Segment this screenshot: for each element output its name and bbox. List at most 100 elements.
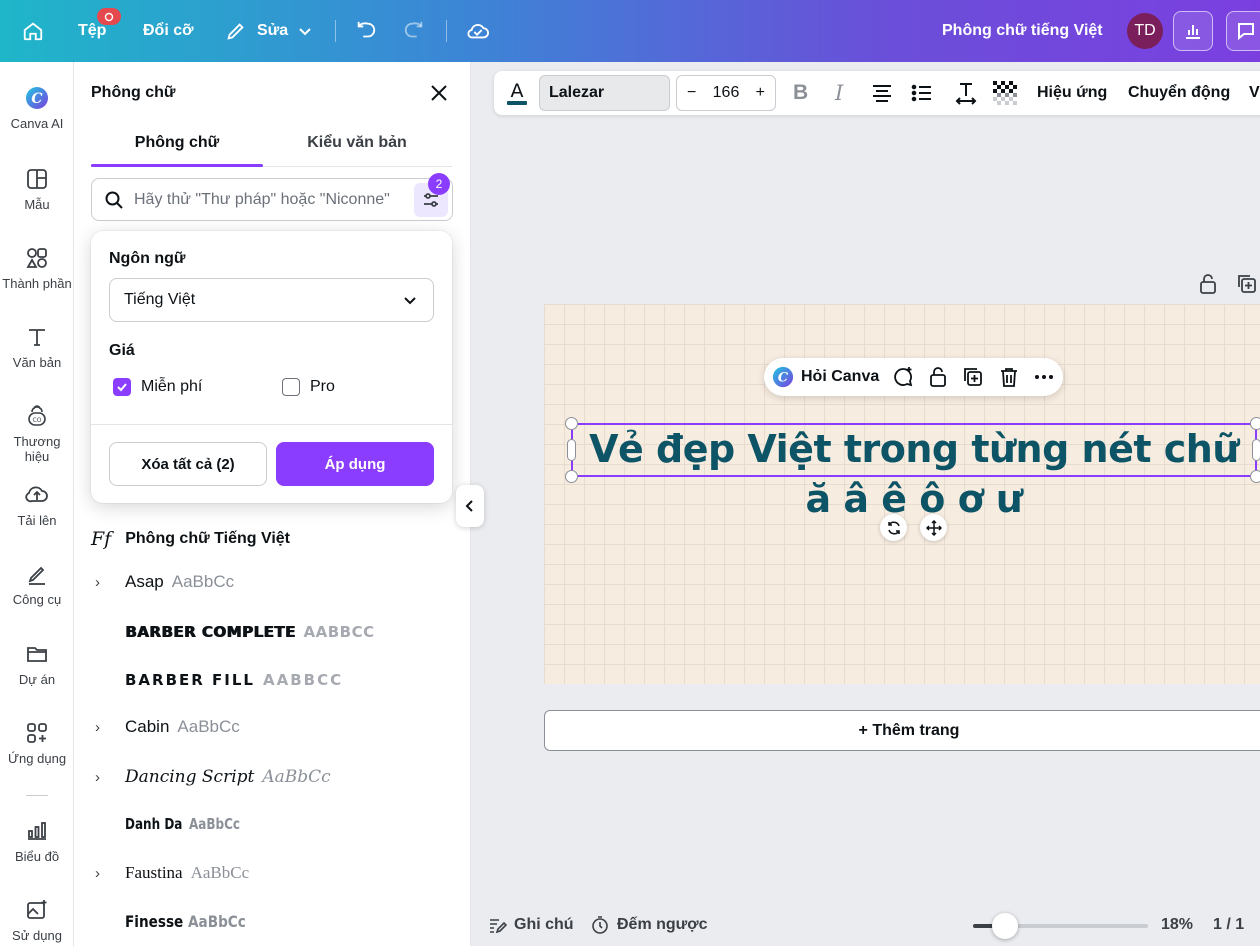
headline-text[interactable]: Vẻ đẹp Việt trong từng nét chữ ă â ê ô ơ… — [571, 424, 1257, 524]
rail-label-text: Văn bản — [12, 355, 62, 370]
font-list-item[interactable]: › Cabin AaBbCc — [91, 711, 451, 743]
clear-all-button[interactable]: Xóa tất cả (2) — [109, 442, 267, 486]
text-color-button[interactable]: A — [505, 71, 529, 115]
animate-button[interactable]: Chuyển động — [1128, 71, 1230, 115]
duplicate-icon[interactable] — [962, 366, 984, 388]
rail-item-magic-media[interactable]: Sử dụng M... — [0, 898, 73, 946]
design-title[interactable]: Phông chữ tiếng Việt — [942, 0, 1103, 62]
chevron-right-icon[interactable]: › — [91, 769, 125, 786]
font-name: BARBER FILL — [125, 671, 255, 689]
close-icon[interactable] — [428, 82, 450, 104]
rail-item-templates[interactable]: Mẫu — [0, 167, 73, 212]
rail-item-apps[interactable]: Ứng dụng — [0, 721, 73, 766]
transparency-button[interactable] — [993, 71, 1017, 115]
font-size-stepper: − 166 + — [676, 75, 776, 111]
lock-page-icon[interactable] — [1197, 272, 1219, 296]
edit-mode-button[interactable]: Sửa — [225, 0, 312, 62]
notes-button[interactable]: Ghi chú — [487, 904, 574, 946]
ask-canva-label: Hỏi Canva — [801, 368, 880, 385]
home-button[interactable] — [22, 0, 44, 62]
rail-item-brand[interactable]: CO Thương hiệu — [0, 404, 73, 464]
add-page-button[interactable]: + Thêm trang — [544, 710, 1260, 751]
font-list-item[interactable]: › Dancing Script AaBbCc — [91, 761, 451, 793]
font-list-item[interactable]: BARBER FILL AABBCC — [91, 664, 451, 696]
more-options-icon[interactable] — [1033, 366, 1055, 388]
checkbox-unchecked[interactable] — [282, 378, 300, 396]
font-family-value: Lalezar — [549, 84, 605, 101]
top-bar: Tệp Đổi cỡ Sửa Phông chữ tiếng Việt TD — [0, 0, 1260, 62]
font-list-item[interactable]: › Asap AaBbCc — [91, 566, 451, 598]
trash-icon[interactable] — [998, 366, 1020, 388]
tab-fonts[interactable]: Phông chữ — [91, 134, 263, 152]
tab-text-styles[interactable]: Kiểu văn bản — [271, 134, 443, 152]
magic-media-icon — [27, 900, 47, 919]
insights-button[interactable] — [1173, 11, 1213, 51]
rail-item-canva-ai[interactable]: C Canva AI — [0, 86, 73, 131]
font-family-icon: Ff — [91, 528, 112, 550]
rail-item-elements[interactable]: Thành phần — [0, 246, 73, 291]
collapse-panel-button[interactable] — [456, 485, 484, 527]
align-button[interactable] — [871, 71, 893, 115]
active-tab-indicator — [91, 164, 263, 167]
font-list-item[interactable]: › Faustina AaBbCc — [91, 857, 451, 889]
italic-button[interactable]: I — [835, 71, 843, 115]
font-list-item[interactable]: BARBER COMPLETE AABBCC — [91, 616, 451, 648]
comments-button[interactable] — [1226, 11, 1260, 51]
language-select[interactable]: Tiếng Việt — [109, 278, 434, 322]
undo-button[interactable] — [355, 0, 377, 62]
avatar[interactable]: TD — [1127, 13, 1163, 49]
redo-button[interactable] — [403, 0, 425, 62]
chevron-right-icon[interactable]: › — [91, 719, 125, 736]
rail-item-text[interactable]: Văn bản — [0, 325, 73, 370]
spacing-button[interactable] — [954, 71, 978, 115]
rail-item-charts[interactable]: Biểu đồ — [0, 819, 73, 864]
zoom-slider[interactable] — [973, 913, 1148, 939]
zoom-percent[interactable]: 18% — [1161, 904, 1193, 946]
more-tools-button[interactable]: V — [1249, 71, 1260, 115]
lock-icon[interactable] — [927, 366, 949, 388]
bold-button[interactable]: B — [793, 71, 808, 115]
bar-chart-icon — [1186, 25, 1200, 39]
resize-button[interactable]: Đổi cỡ — [143, 0, 194, 62]
chevron-right-icon[interactable]: › — [91, 574, 125, 591]
design-title-text: Phông chữ tiếng Việt — [942, 22, 1103, 39]
price-pro-checkbox[interactable]: Pro — [282, 378, 335, 396]
svg-text:C: C — [778, 371, 789, 386]
animate-label: Chuyển động — [1128, 84, 1231, 101]
canva-ai-icon: C — [772, 366, 794, 388]
toolbar-divider — [335, 20, 336, 42]
rail-item-tools[interactable]: Công cụ — [0, 562, 73, 607]
page-counter[interactable]: 1 / 1 — [1213, 904, 1244, 946]
price-free-label: Miễn phí — [141, 378, 203, 395]
cloud-check-icon — [467, 24, 489, 39]
duplicate-page-icon[interactable] — [1236, 272, 1258, 296]
font-size-value[interactable]: 166 — [713, 84, 740, 102]
ask-canva-button[interactable]: C Hỏi Canva — [772, 358, 879, 396]
price-free-checkbox[interactable]: Miễn phí — [113, 378, 202, 396]
effects-button[interactable]: Hiệu ứng — [1037, 71, 1107, 115]
add-comment-icon[interactable] — [892, 366, 914, 388]
apply-button[interactable]: Áp dụng — [276, 442, 434, 486]
font-search-input[interactable] — [134, 190, 404, 209]
upload-icon — [25, 486, 48, 503]
font-list-item[interactable]: Finesse AaBbCc — [91, 905, 451, 937]
move-button[interactable] — [920, 514, 947, 541]
checkbox-checked[interactable] — [113, 378, 131, 396]
rail-item-uploads[interactable]: Tải lên — [0, 483, 73, 528]
chevron-right-icon[interactable]: › — [91, 865, 125, 882]
rail-item-projects[interactable]: Dự án — [0, 642, 73, 687]
font-list-item[interactable]: Danh Da AaBbCc — [91, 808, 451, 840]
rotate-button[interactable] — [880, 514, 907, 541]
zoom-slider-thumb[interactable] — [992, 913, 1018, 939]
rail-label-uploads: Tải lên — [17, 513, 57, 528]
save-status-button[interactable] — [466, 0, 490, 62]
text-icon — [29, 329, 45, 346]
text-color-icon: A — [507, 80, 527, 105]
timer-button[interactable]: Đếm ngược — [590, 904, 708, 946]
font-size-decrease[interactable]: − — [687, 84, 696, 102]
list-button[interactable] — [911, 71, 933, 115]
chevron-down-icon — [404, 297, 416, 305]
font-family-select[interactable]: Lalezar — [539, 75, 670, 111]
home-icon — [23, 22, 43, 41]
font-size-increase[interactable]: + — [756, 84, 765, 102]
